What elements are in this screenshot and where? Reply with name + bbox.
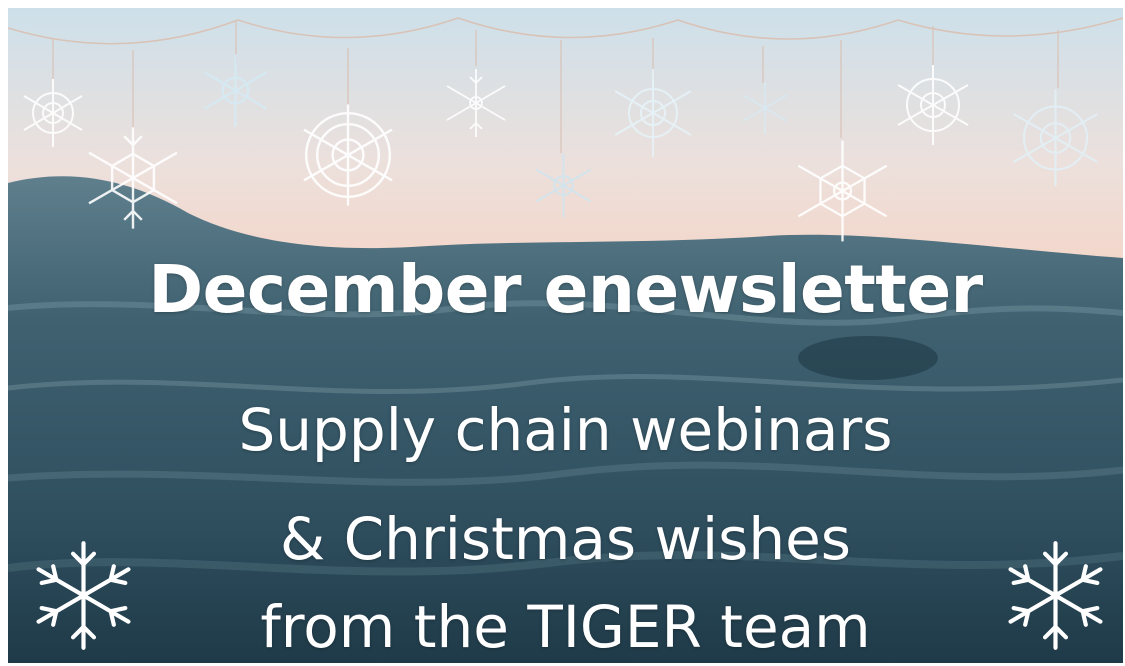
hanging-snowflake-icon <box>897 65 969 145</box>
hanging-snowflake-icon <box>88 127 178 229</box>
hanging-snowflake-icon <box>446 69 506 137</box>
banner-line-wishes: & Christmas wishes <box>280 505 851 573</box>
hanging-snowflake-icon <box>1012 89 1099 187</box>
hanging-snowflake-icon <box>742 82 788 134</box>
banner-headline: December enewsletter <box>148 251 983 328</box>
banner-line-webinars: Supply chain webinars <box>238 396 893 464</box>
hanging-snowflake-icon <box>614 69 692 157</box>
hanging-snowflake-icon <box>797 140 888 242</box>
hanging-snowflake-icon <box>535 153 592 218</box>
hanging-snowflake-icon <box>303 104 393 206</box>
banner-line-team: from the TIGER team <box>260 593 871 661</box>
hanging-snowflake-icon <box>204 54 267 127</box>
newsletter-banner: December enewsletter Supply chain webina… <box>8 8 1123 663</box>
